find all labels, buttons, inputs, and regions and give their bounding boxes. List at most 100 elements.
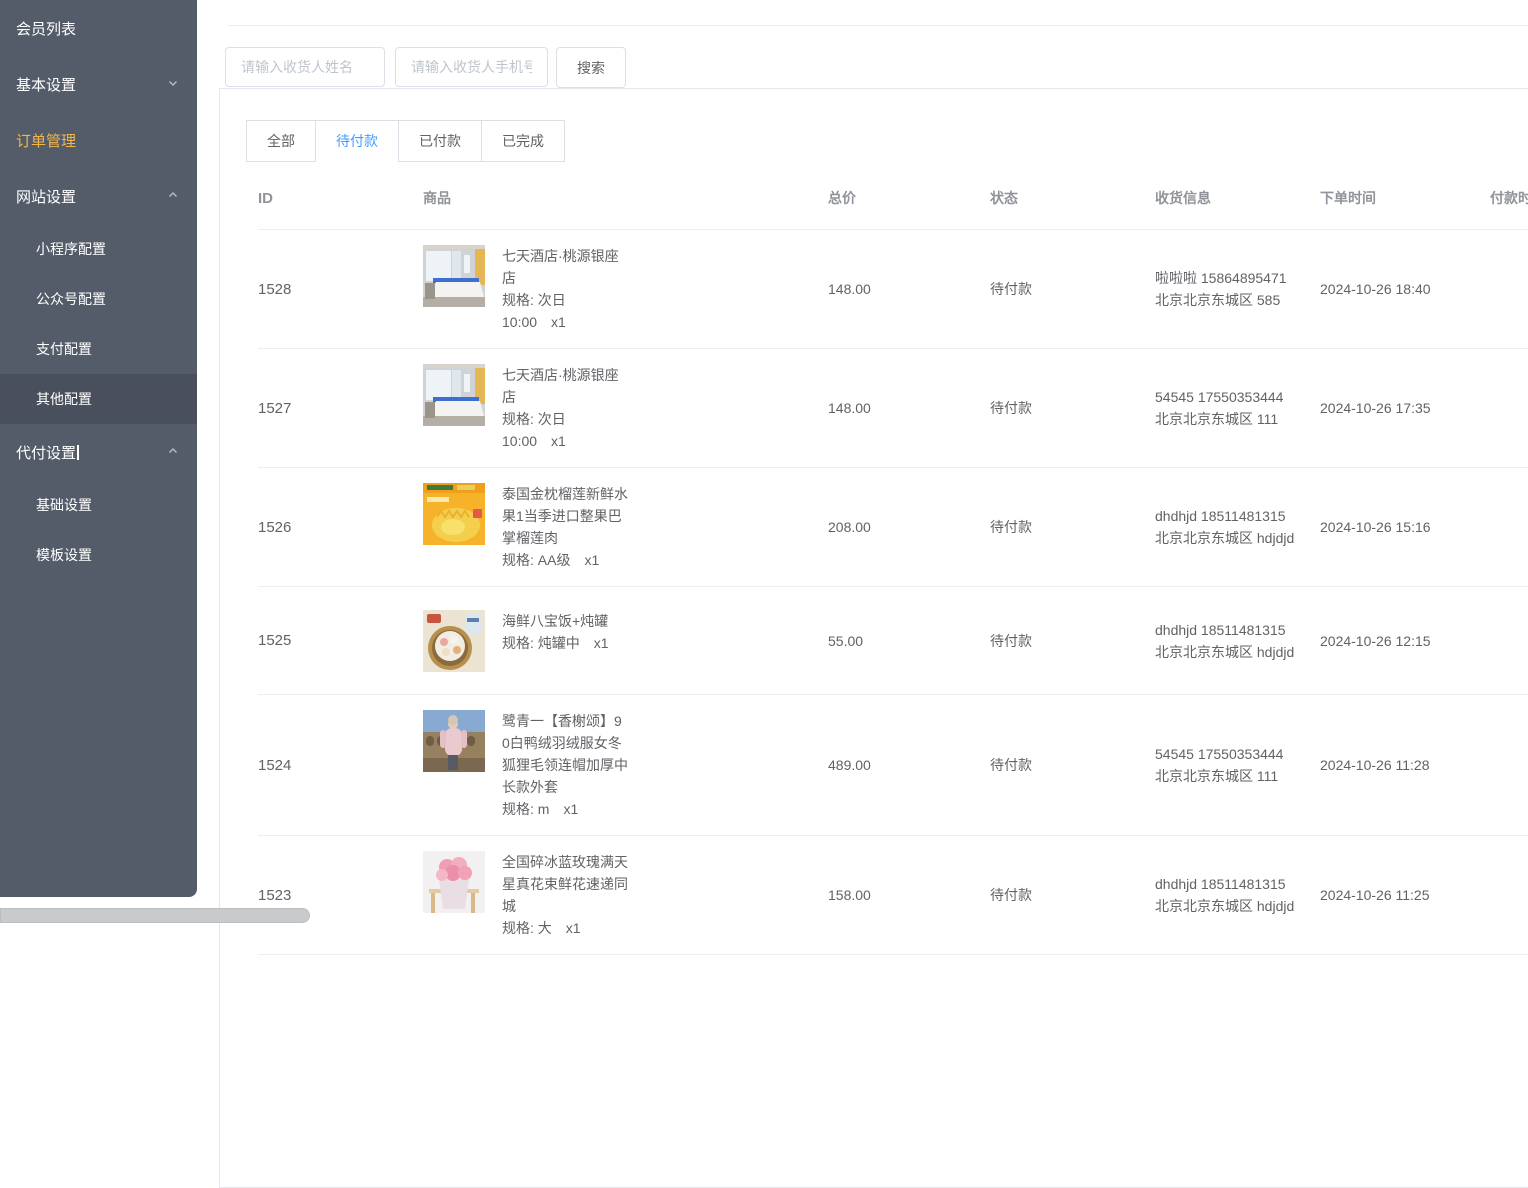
orders-table: ID 商品 总价 状态 收货信息 下单时间 付款时间 1528 七天酒店·桃源银… — [258, 162, 1528, 955]
sidebar-item-proxy-pay-settings[interactable]: 代付设置 — [0, 424, 197, 480]
order-id: 1525 — [258, 632, 423, 649]
sidebar-item-base-settings[interactable]: 基础设置 — [0, 480, 197, 530]
column-header-shipping-info: 收货信息 — [1155, 187, 1320, 209]
sidebar-item-label: 网站设置 — [16, 186, 76, 207]
order-total-price: 148.00 — [828, 400, 990, 416]
tab-completed[interactable]: 已完成 — [481, 120, 565, 162]
order-id: 1527 — [258, 400, 423, 417]
sidebar: 会员列表 基本设置 订单管理 网站设置 小程序配置 公众号配置 支付配置 其他配… — [0, 0, 197, 897]
column-header-product: 商品 — [423, 188, 828, 208]
table-row: 1524 鹭青一【香榭颂】90白鸭绒羽绒服女冬狐狸毛领连帽加厚中长款外套 规格:… — [258, 695, 1528, 836]
shipping-info: dhdhjd 18511481315北京北京东城区 hdjdjd — [1155, 505, 1320, 549]
column-header-total-price: 总价 — [828, 188, 990, 208]
product-qty: x1 — [584, 552, 599, 568]
product-name: 海鲜八宝饭+炖罐 — [502, 610, 628, 632]
product-image-seafood-rice — [423, 610, 485, 672]
product-image-durian — [423, 483, 485, 545]
order-total-price: 148.00 — [828, 281, 990, 297]
product-image-hotel — [423, 245, 485, 307]
order-status: 待付款 — [990, 398, 1155, 418]
order-total-price: 208.00 — [828, 519, 990, 535]
product-spec: 规格: AA级 — [502, 552, 570, 568]
order-id: 1528 — [258, 281, 423, 298]
product-spec: 规格: 炖罐中 — [502, 635, 580, 651]
order-total-price: 489.00 — [828, 757, 990, 773]
product-qty: x1 — [563, 801, 578, 817]
product-qty: x1 — [594, 635, 609, 651]
sidebar-item-member-list[interactable]: 会员列表 — [0, 0, 197, 56]
product-name: 鹭青一【香榭颂】90白鸭绒羽绒服女冬狐狸毛领连帽加厚中长款外套 — [502, 710, 628, 798]
sidebar-item-label: 代付设置 — [16, 442, 76, 463]
address: 北京北京东城区 585 — [1155, 289, 1303, 311]
sidebar-item-basic-settings[interactable]: 基本设置 — [0, 56, 197, 112]
sidebar-item-order-management[interactable]: 订单管理 — [0, 112, 197, 168]
header-divider — [228, 25, 1528, 26]
product-spec: 规格: m — [502, 801, 549, 817]
table-row: 1527 七天酒店·桃源银座店 规格: 次日10:00x1 148.00 待付款… — [258, 349, 1528, 468]
search-button[interactable]: 搜索 — [556, 47, 626, 88]
product-image-rose-bouquet — [423, 851, 485, 913]
order-id: 1524 — [258, 757, 423, 774]
horizontal-scrollbar-thumb[interactable] — [0, 908, 310, 923]
shipping-info: 54545 17550353444北京北京东城区 111 — [1155, 743, 1320, 787]
consignee: dhdhjd 18511481315 — [1155, 505, 1303, 527]
tab-pending-payment[interactable]: 待付款 — [315, 120, 399, 162]
address: 北京北京东城区 hdjdjd — [1155, 527, 1303, 549]
sidebar-item-official-account-config[interactable]: 公众号配置 — [0, 274, 197, 324]
chevron-up-icon — [167, 444, 179, 461]
column-header-id: ID — [258, 190, 423, 207]
status-tabs: 全部 待付款 已付款 已完成 — [246, 120, 565, 162]
sidebar-item-label: 小程序配置 — [36, 239, 106, 259]
order-time: 2024-10-26 11:28 — [1320, 757, 1490, 773]
orders-panel: 全部 待付款 已付款 已完成 ID 商品 总价 状态 收货信息 下单时间 付款时… — [219, 88, 1528, 1188]
column-header-order-time: 下单时间 — [1320, 188, 1490, 208]
sidebar-item-other-config[interactable]: 其他配置 — [0, 374, 197, 424]
column-header-pay-time: 付款时间 — [1490, 188, 1528, 208]
sidebar-item-label: 支付配置 — [36, 339, 92, 359]
consignee-name-input[interactable] — [225, 47, 385, 87]
order-time: 2024-10-26 17:35 — [1320, 400, 1490, 416]
order-time: 2024-10-26 18:40 — [1320, 281, 1490, 297]
shipping-info: 54545 17550353444北京北京东城区 111 — [1155, 386, 1320, 430]
order-status: 待付款 — [990, 755, 1155, 775]
chevron-up-icon — [167, 188, 179, 205]
shipping-info: dhdhjd 18511481315北京北京东城区 hdjdjd — [1155, 619, 1320, 663]
tab-all[interactable]: 全部 — [246, 120, 316, 162]
table-row: 1526 泰国金枕榴莲新鲜水果1当季进口整果巴掌榴莲肉 规格: AA级 x1 20… — [258, 468, 1528, 587]
product-name: 泰国金枕榴莲新鲜水果1当季进口整果巴掌榴莲肉 — [502, 483, 628, 549]
horizontal-scrollbar — [0, 907, 1528, 924]
consignee: dhdhjd 18511481315 — [1155, 873, 1303, 895]
tab-paid[interactable]: 已付款 — [398, 120, 482, 162]
order-id: 1523 — [258, 887, 423, 904]
order-status: 待付款 — [990, 885, 1155, 905]
sidebar-item-payment-config[interactable]: 支付配置 — [0, 324, 197, 374]
sidebar-item-label: 基础设置 — [36, 495, 92, 515]
sidebar-item-label: 公众号配置 — [36, 289, 106, 309]
sidebar-item-website-settings[interactable]: 网站设置 — [0, 168, 197, 224]
sidebar-item-miniprogram-config[interactable]: 小程序配置 — [0, 224, 197, 274]
consignee: 54545 17550353444 — [1155, 386, 1303, 408]
order-status: 待付款 — [990, 517, 1155, 537]
consignee: 啦啦啦 15864895471 — [1155, 267, 1303, 289]
chevron-down-icon — [167, 76, 179, 93]
sidebar-item-label: 订单管理 — [16, 130, 76, 151]
product-qty: x1 — [551, 314, 566, 330]
product-image-hotel — [423, 364, 485, 426]
address: 北京北京东城区 111 — [1155, 765, 1303, 787]
table-header-row: ID 商品 总价 状态 收货信息 下单时间 付款时间 — [258, 162, 1528, 230]
product-qty: x1 — [551, 433, 566, 449]
consignee: dhdhjd 18511481315 — [1155, 619, 1303, 641]
sidebar-item-template-settings[interactable]: 模板设置 — [0, 530, 197, 580]
address: 北京北京东城区 hdjdjd — [1155, 641, 1303, 663]
product-image-down-coat — [423, 710, 485, 772]
order-time: 2024-10-26 11:25 — [1320, 887, 1490, 903]
consignee: 54545 17550353444 — [1155, 743, 1303, 765]
text-caret — [77, 445, 79, 460]
address: 北京北京东城区 111 — [1155, 408, 1303, 430]
table-row: 1523 全国碎冰蓝玫瑰满天星真花束鲜花速递同城 规格: 大x1 158.00 … — [258, 836, 1528, 955]
order-status: 待付款 — [990, 631, 1155, 651]
order-total-price: 158.00 — [828, 887, 990, 903]
shipping-info: 啦啦啦 15864895471北京北京东城区 585 — [1155, 267, 1320, 311]
order-id: 1526 — [258, 519, 423, 536]
consignee-phone-input[interactable] — [395, 47, 548, 87]
